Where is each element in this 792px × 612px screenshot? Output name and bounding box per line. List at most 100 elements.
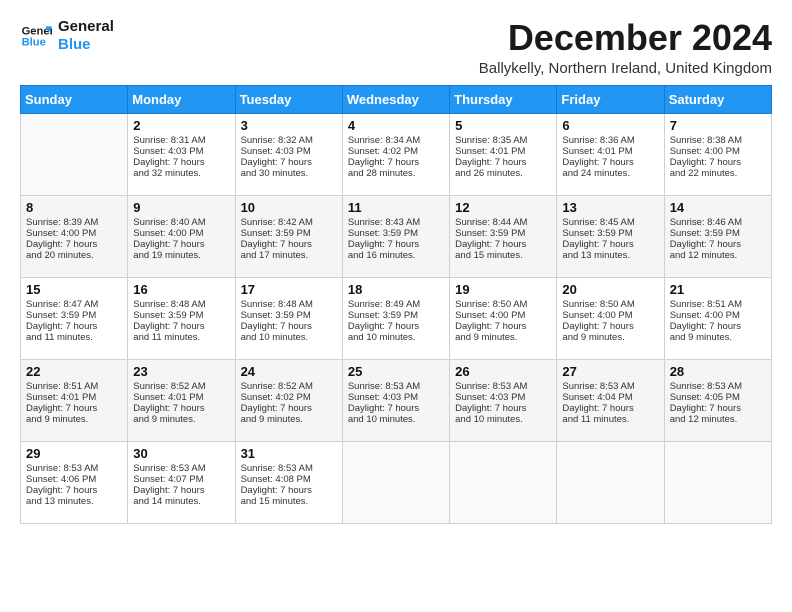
cell-text: Sunset: 4:02 PM [348, 146, 445, 157]
table-row: 7Sunrise: 8:38 AMSunset: 4:00 PMDaylight… [664, 113, 771, 195]
cell-text: Sunrise: 8:34 AM [348, 135, 445, 146]
cell-text: and 9 minutes. [562, 332, 659, 343]
cell-text: and 24 minutes. [562, 168, 659, 179]
cell-text: and 20 minutes. [26, 250, 123, 261]
col-monday: Monday [128, 85, 235, 113]
cell-text: Sunrise: 8:32 AM [241, 135, 338, 146]
table-row: 26Sunrise: 8:53 AMSunset: 4:03 PMDayligh… [450, 359, 557, 441]
cell-text: Sunset: 4:00 PM [133, 228, 230, 239]
cell-text: Daylight: 7 hours [26, 485, 123, 496]
day-number: 10 [241, 200, 338, 215]
calendar-table: Sunday Monday Tuesday Wednesday Thursday… [20, 85, 772, 524]
cell-text: and 11 minutes. [26, 332, 123, 343]
table-row: 21Sunrise: 8:51 AMSunset: 4:00 PMDayligh… [664, 277, 771, 359]
cell-text: and 15 minutes. [455, 250, 552, 261]
cell-text: Sunset: 4:00 PM [670, 146, 767, 157]
cell-text: Sunrise: 8:42 AM [241, 217, 338, 228]
cell-text: Sunrise: 8:39 AM [26, 217, 123, 228]
cell-text: Sunset: 3:59 PM [455, 228, 552, 239]
cell-text: Sunrise: 8:52 AM [241, 381, 338, 392]
cell-text: Daylight: 7 hours [241, 321, 338, 332]
cell-text: Sunrise: 8:40 AM [133, 217, 230, 228]
col-wednesday: Wednesday [342, 85, 449, 113]
header: General Blue General Blue December 2024 … [20, 18, 772, 77]
day-number: 16 [133, 282, 230, 297]
cell-text: Daylight: 7 hours [348, 403, 445, 414]
cell-text: and 22 minutes. [670, 168, 767, 179]
table-row: 27Sunrise: 8:53 AMSunset: 4:04 PMDayligh… [557, 359, 664, 441]
cell-text: Daylight: 7 hours [133, 485, 230, 496]
col-thursday: Thursday [450, 85, 557, 113]
logo-line1: General [58, 18, 114, 36]
cell-text: and 28 minutes. [348, 168, 445, 179]
cell-text: Sunrise: 8:31 AM [133, 135, 230, 146]
day-number: 21 [670, 282, 767, 297]
cell-text: Daylight: 7 hours [562, 239, 659, 250]
cell-text: Sunrise: 8:53 AM [26, 463, 123, 474]
logo: General Blue General Blue [20, 18, 114, 54]
cell-text: Sunrise: 8:53 AM [455, 381, 552, 392]
day-number: 23 [133, 364, 230, 379]
table-row: 31Sunrise: 8:53 AMSunset: 4:08 PMDayligh… [235, 441, 342, 523]
svg-text:Blue: Blue [22, 37, 46, 49]
logo-line2: Blue [58, 36, 114, 54]
cell-text: Sunrise: 8:50 AM [455, 299, 552, 310]
cell-text: Sunset: 4:02 PM [241, 392, 338, 403]
cell-text: and 10 minutes. [241, 332, 338, 343]
table-row: 5Sunrise: 8:35 AMSunset: 4:01 PMDaylight… [450, 113, 557, 195]
col-sunday: Sunday [21, 85, 128, 113]
cell-text: Sunset: 4:01 PM [562, 146, 659, 157]
cell-text: Daylight: 7 hours [562, 403, 659, 414]
cell-text: Sunrise: 8:49 AM [348, 299, 445, 310]
day-number: 14 [670, 200, 767, 215]
cell-text: Daylight: 7 hours [562, 157, 659, 168]
day-number: 6 [562, 118, 659, 133]
table-row: 18Sunrise: 8:49 AMSunset: 3:59 PMDayligh… [342, 277, 449, 359]
day-number: 26 [455, 364, 552, 379]
cell-text: Sunrise: 8:43 AM [348, 217, 445, 228]
cell-text: Sunset: 3:59 PM [241, 310, 338, 321]
cell-text: Sunrise: 8:53 AM [133, 463, 230, 474]
cell-text: Sunset: 4:00 PM [26, 228, 123, 239]
cell-text: and 19 minutes. [133, 250, 230, 261]
table-row: 14Sunrise: 8:46 AMSunset: 3:59 PMDayligh… [664, 195, 771, 277]
day-number: 31 [241, 446, 338, 461]
cell-text: Sunrise: 8:51 AM [26, 381, 123, 392]
day-number: 22 [26, 364, 123, 379]
month-title: December 2024 [479, 18, 772, 58]
cell-text: Sunset: 4:03 PM [241, 146, 338, 157]
cell-text: and 17 minutes. [241, 250, 338, 261]
day-number: 17 [241, 282, 338, 297]
cell-text: Sunrise: 8:48 AM [241, 299, 338, 310]
cell-text: Sunrise: 8:53 AM [562, 381, 659, 392]
cell-text: Sunset: 4:03 PM [348, 392, 445, 403]
day-number: 28 [670, 364, 767, 379]
cell-text: Daylight: 7 hours [670, 239, 767, 250]
table-row: 29Sunrise: 8:53 AMSunset: 4:06 PMDayligh… [21, 441, 128, 523]
cell-text: Sunrise: 8:53 AM [241, 463, 338, 474]
cell-text: and 13 minutes. [26, 496, 123, 507]
cell-text: Sunset: 3:59 PM [26, 310, 123, 321]
table-row: 4Sunrise: 8:34 AMSunset: 4:02 PMDaylight… [342, 113, 449, 195]
calendar-page: General Blue General Blue December 2024 … [0, 0, 792, 534]
cell-text: and 15 minutes. [241, 496, 338, 507]
table-row: 23Sunrise: 8:52 AMSunset: 4:01 PMDayligh… [128, 359, 235, 441]
table-row: 16Sunrise: 8:48 AMSunset: 3:59 PMDayligh… [128, 277, 235, 359]
cell-text: Daylight: 7 hours [133, 321, 230, 332]
table-row [342, 441, 449, 523]
col-tuesday: Tuesday [235, 85, 342, 113]
table-row: 13Sunrise: 8:45 AMSunset: 3:59 PMDayligh… [557, 195, 664, 277]
table-row: 30Sunrise: 8:53 AMSunset: 4:07 PMDayligh… [128, 441, 235, 523]
cell-text: Sunrise: 8:51 AM [670, 299, 767, 310]
cell-text: Daylight: 7 hours [670, 321, 767, 332]
cell-text: and 13 minutes. [562, 250, 659, 261]
title-block: December 2024 Ballykelly, Northern Irela… [479, 18, 772, 77]
cell-text: Daylight: 7 hours [562, 321, 659, 332]
cell-text: Sunset: 4:05 PM [670, 392, 767, 403]
day-number: 24 [241, 364, 338, 379]
day-number: 13 [562, 200, 659, 215]
table-row [21, 113, 128, 195]
col-saturday: Saturday [664, 85, 771, 113]
cell-text: Sunrise: 8:45 AM [562, 217, 659, 228]
cell-text: Sunrise: 8:46 AM [670, 217, 767, 228]
